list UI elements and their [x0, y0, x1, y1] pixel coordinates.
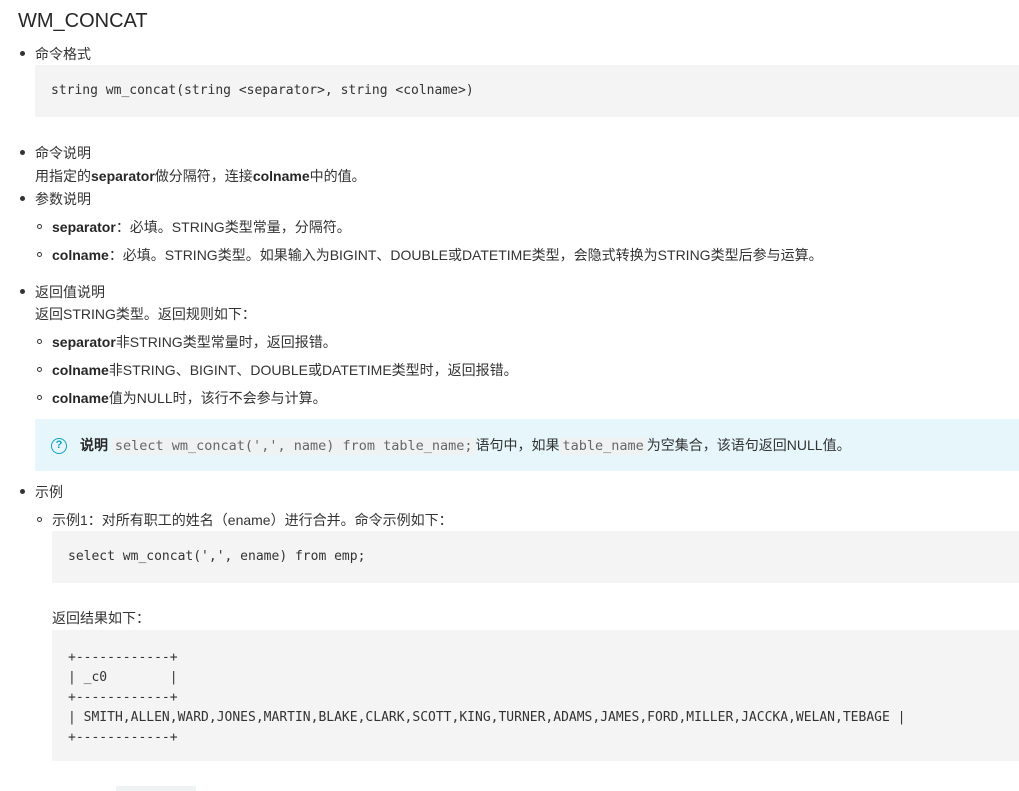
- note-label: 说明: [80, 437, 108, 453]
- return-rule: separator非STRING类型常量时，返回报错。: [52, 332, 337, 352]
- sub-bullet: [37, 252, 42, 257]
- list-bullet: [20, 489, 25, 494]
- result-line: | _c0 |: [68, 670, 178, 685]
- text: 做分隔符，连接: [154, 168, 253, 184]
- sub-bullet: [37, 339, 42, 344]
- cmd-format-label: 命令格式: [35, 46, 91, 62]
- code-format: string wm_concat(string <separator>, str…: [51, 83, 474, 98]
- term-colname: colname: [252, 168, 310, 184]
- return-intro: 返回STRING类型。返回规则如下：: [35, 306, 256, 322]
- result-line: +------------+: [68, 690, 178, 705]
- note-callout: ? 说明 select wm_concat(',', name) from ta…: [35, 419, 1019, 471]
- inline-code: table_name: [559, 437, 647, 455]
- result-line: | SMITH,ALLEN,WARD,JONES,MARTIN,BLAKE,CL…: [68, 710, 906, 725]
- return-rule: colname值为NULL时，该行不会参与计算。: [52, 388, 327, 408]
- note-text: 为空集合，该语句返回NULL值。: [646, 437, 851, 453]
- sub-bullet: [37, 517, 42, 522]
- return-label: 返回值说明: [35, 284, 105, 300]
- param-item: colname：必填。STRING类型。如果输入为BIGINT、DOUBLE或D…: [52, 245, 823, 265]
- param-name: separator: [52, 219, 116, 235]
- result-output: +------------+ | _c0 | +------------+ | …: [68, 648, 905, 748]
- text: 中的值。: [309, 168, 366, 184]
- rule-desc: 值为NULL时，该行不会参与计算。: [108, 390, 327, 406]
- result-label: 返回结果如下：: [52, 610, 150, 626]
- rule-term: separator: [52, 334, 116, 350]
- note-text: 语句中，如果: [475, 437, 560, 453]
- cmd-desc-text: 用指定的separator做分隔符，连接colname中的值。: [35, 166, 366, 186]
- sub-bullet: [37, 395, 42, 400]
- param-item: separator：必填。STRING类型常量，分隔符。: [52, 217, 351, 237]
- param-desc: ：必填。STRING类型常量，分隔符。: [115, 219, 351, 235]
- inline-code-fragment: [116, 786, 196, 791]
- list-bullet: [20, 196, 25, 201]
- question-circle-icon: ?: [51, 438, 67, 454]
- result-line: +------------+: [68, 730, 178, 745]
- cmd-desc-label: 命令说明: [35, 145, 91, 161]
- list-bullet: [20, 150, 25, 155]
- return-rule: colname非STRING、BIGINT、DOUBLE或DATETIME类型时…: [52, 360, 518, 380]
- params-label: 参数说明: [35, 191, 91, 207]
- param-name: colname: [52, 247, 109, 263]
- page-title: WM_CONCAT: [18, 10, 148, 32]
- code-example: select wm_concat(',', ename) from emp;: [68, 549, 366, 564]
- code-block-format[interactable]: string wm_concat(string <separator>, str…: [35, 65, 1019, 117]
- list-bullet: [20, 51, 25, 56]
- result-line: +------------+: [68, 650, 178, 665]
- note-content: 说明 select wm_concat(',', name) from tabl…: [80, 435, 851, 456]
- list-bullet: [20, 289, 25, 294]
- param-desc: ：必填。STRING类型。如果输入为BIGINT、DOUBLE或DATETIME…: [108, 247, 823, 263]
- rule-desc: 非STRING类型常量时，返回报错。: [115, 334, 337, 350]
- rule-desc: 非STRING、BIGINT、DOUBLE或DATETIME类型时，返回报错。: [108, 362, 518, 378]
- sub-bullet: [37, 224, 42, 229]
- term-separator: separator: [91, 168, 155, 184]
- rule-term: colname: [52, 362, 109, 378]
- sub-bullet: [37, 367, 42, 372]
- example-label: 示例: [35, 484, 63, 500]
- example1-text: 示例1：对所有职工的姓名（ename）进行合并。命令示例如下：: [52, 512, 453, 528]
- code-block-result[interactable]: +------------+ | _c0 | +------------+ | …: [52, 630, 1019, 761]
- code-block-example[interactable]: select wm_concat(',', ename) from emp;: [52, 531, 1019, 583]
- rule-term: colname: [52, 390, 109, 406]
- text: 用指定的: [35, 168, 91, 184]
- inline-code: select wm_concat(',', name) from table_n…: [111, 437, 476, 455]
